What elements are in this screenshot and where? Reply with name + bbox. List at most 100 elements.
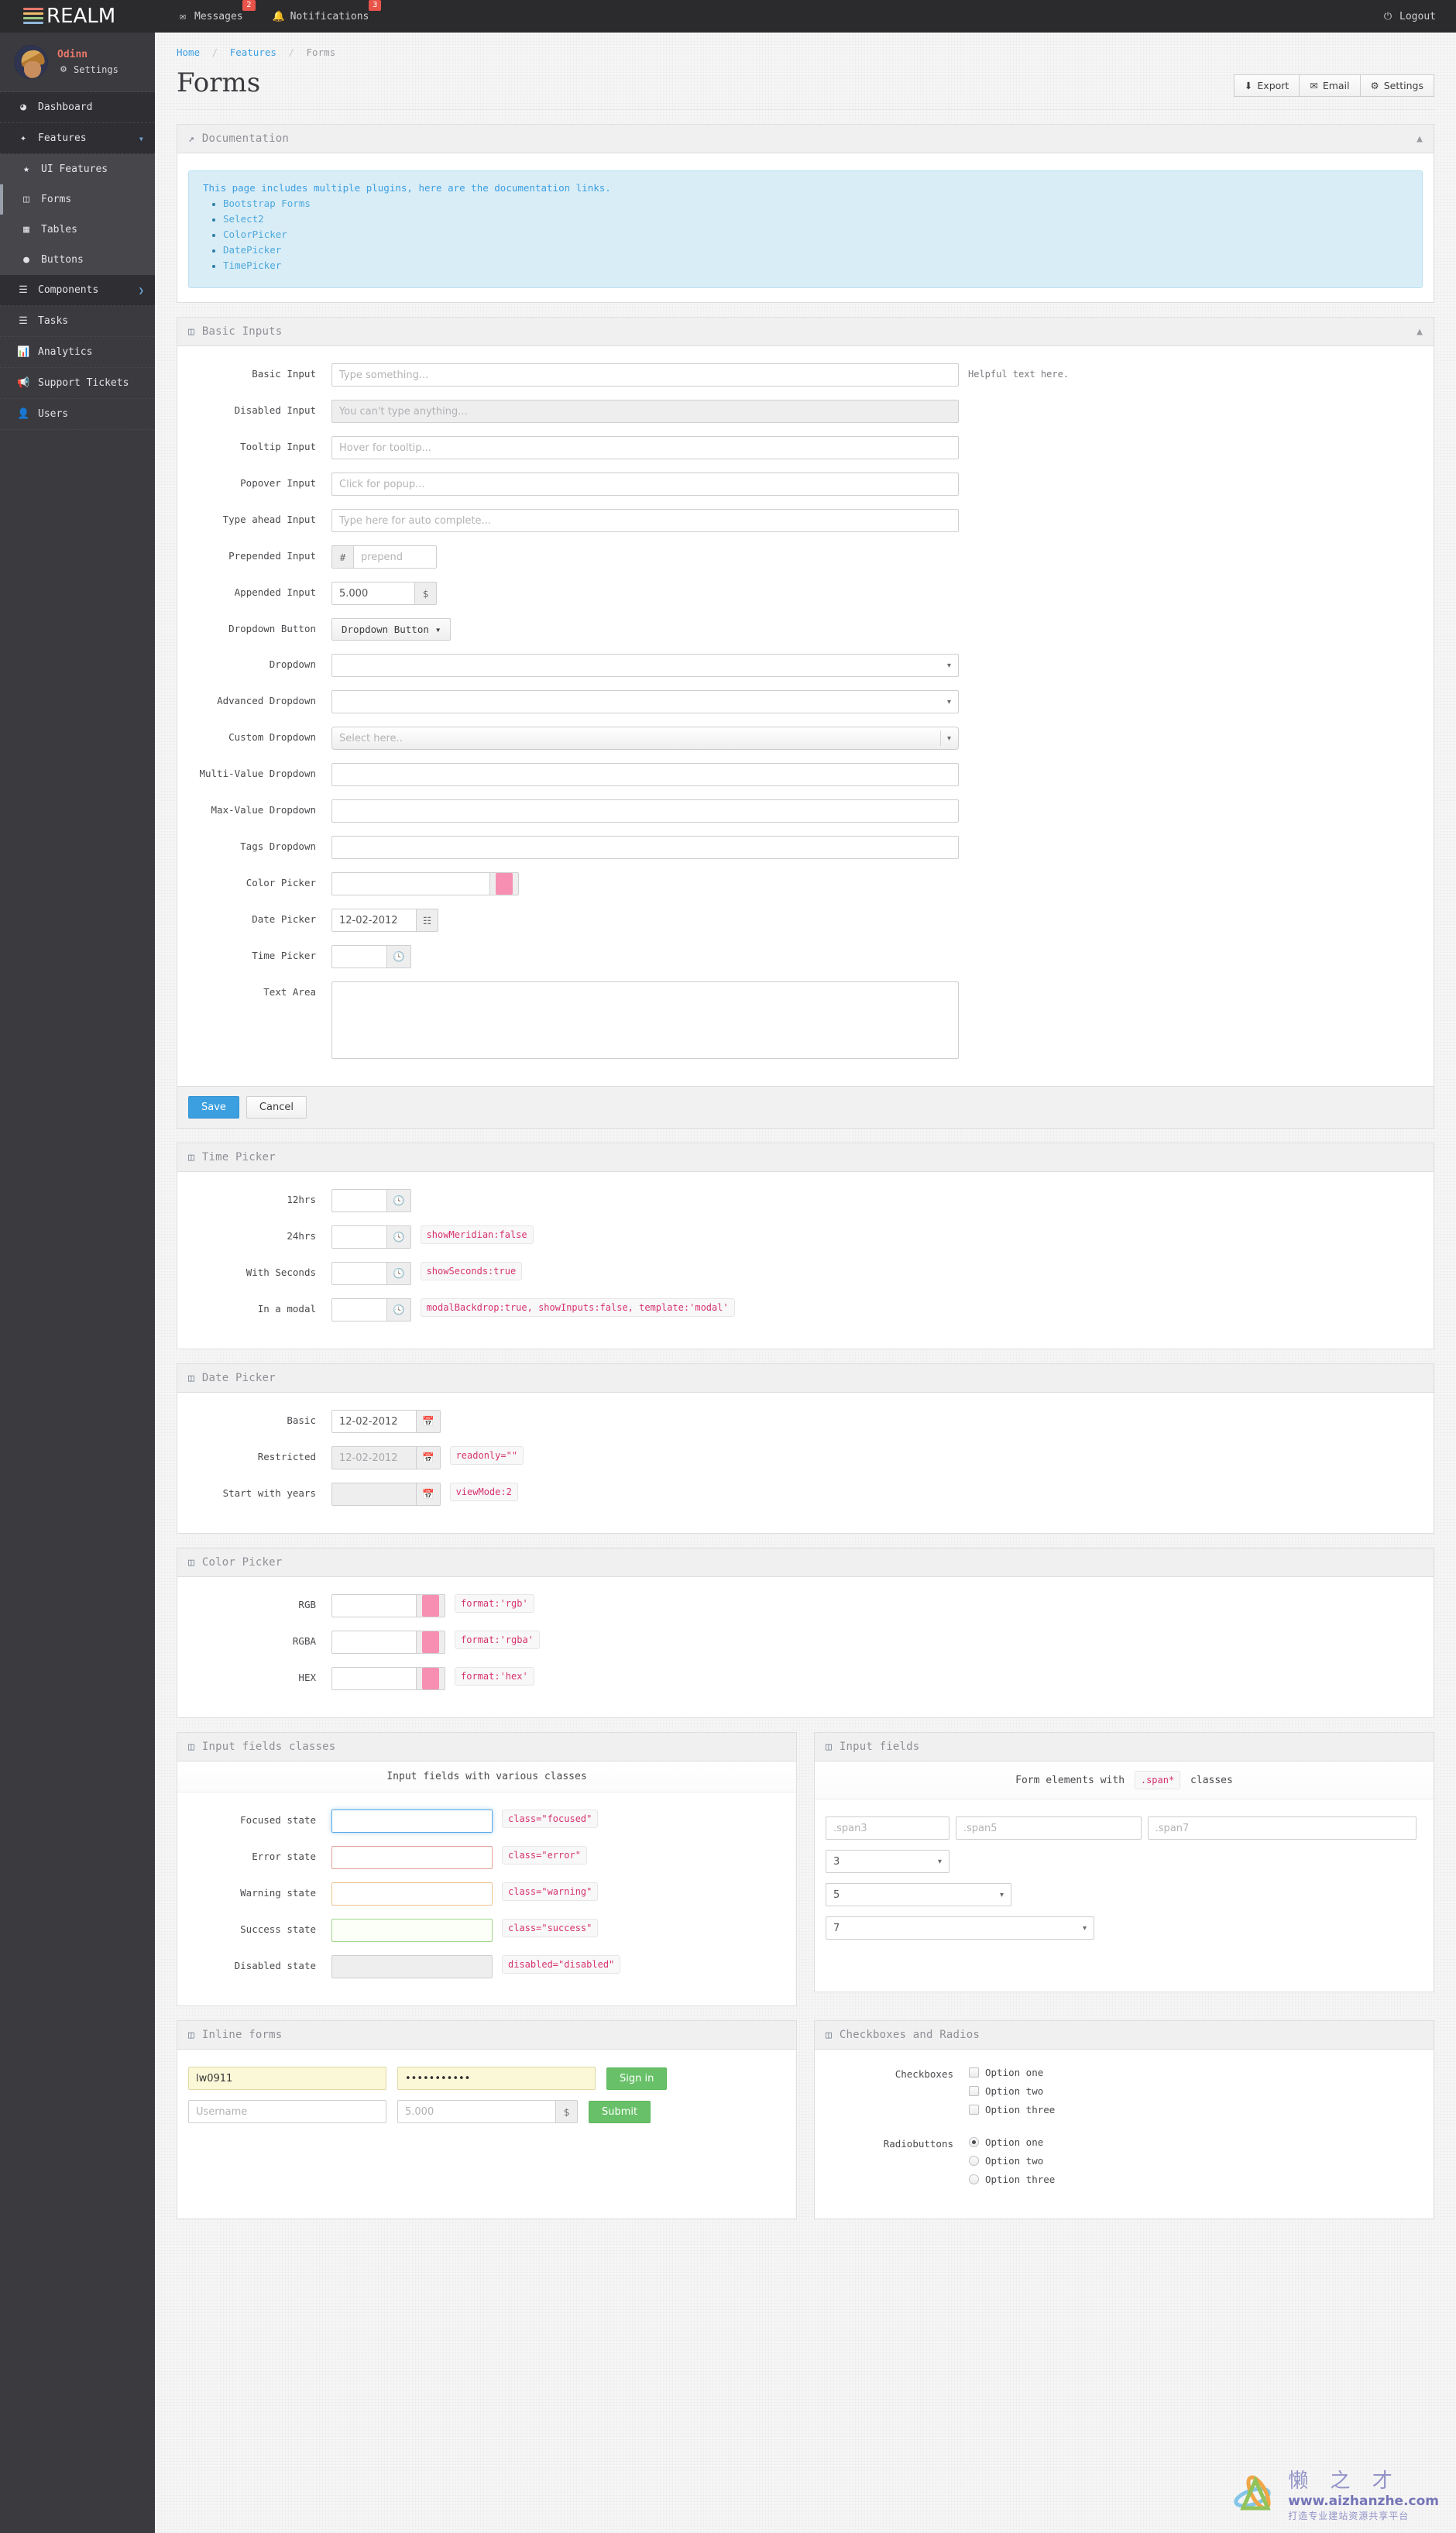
doc-link-datepicker[interactable]: DatePicker <box>223 244 281 256</box>
timepicker-12hrs-input[interactable] <box>331 1189 387 1212</box>
advanced-dropdown-select[interactable]: ▾ <box>331 690 959 713</box>
error-state-input[interactable] <box>331 1846 493 1869</box>
field-row-prepended-input: Prepended Input # <box>188 545 1423 569</box>
profile-settings-link[interactable]: ⚙ Settings <box>57 63 118 77</box>
signin-username-input[interactable] <box>188 2067 386 2090</box>
colorpicker-hex-input[interactable] <box>331 1667 417 1690</box>
dropdown-button[interactable]: Dropdown Button ▾ <box>331 618 452 641</box>
signin-password-input[interactable] <box>397 2067 596 2090</box>
sidebar-item-forms[interactable]: ◫ Forms <box>0 184 155 215</box>
checkbox-option-one[interactable]: Option one <box>969 2067 1055 2078</box>
checkbox-option-three[interactable]: Option three <box>969 2104 1055 2115</box>
timepicker-in-a-modal-input[interactable] <box>331 1298 387 1321</box>
doc-link-timepicker[interactable]: TimePicker <box>223 259 281 271</box>
color-swatch-addon[interactable] <box>417 1594 445 1617</box>
profile-block[interactable]: Odinn ⚙ Settings <box>0 33 155 91</box>
sidebar-item-buttons[interactable]: ● Buttons <box>0 245 155 275</box>
tags-dropdown-input[interactable] <box>331 836 959 859</box>
sidebar-item-dashboard[interactable]: ◕ Dashboard <box>0 92 155 123</box>
color-swatch-addon[interactable] <box>490 872 519 895</box>
sidebar-item-features[interactable]: ✦ Features ▾ <box>0 123 155 154</box>
checkbox-icon[interactable] <box>969 2086 979 2096</box>
submit-amount-input[interactable] <box>397 2100 556 2123</box>
color-picker-input[interactable] <box>331 872 490 895</box>
calendar-icon[interactable]: 📅 <box>417 1483 441 1506</box>
max-value-dropdown-input[interactable] <box>331 799 959 823</box>
color-swatch-addon[interactable] <box>417 1667 445 1690</box>
text-area-input[interactable] <box>331 981 959 1059</box>
popover-input[interactable] <box>331 473 959 496</box>
settings-button[interactable]: ⚙ Settings <box>1360 74 1434 97</box>
nav-notifications[interactable]: 🔔 Notifications 3 <box>273 0 382 22</box>
timepicker-24hrs-input[interactable] <box>331 1225 387 1249</box>
chevron-down-icon[interactable]: ▾ <box>139 133 144 144</box>
sidebar-item-ui-features[interactable]: ★ UI Features <box>0 154 155 184</box>
success-state-input[interactable] <box>331 1919 493 1942</box>
time-picker-input[interactable] <box>331 945 387 968</box>
chevron-right-icon[interactable]: ❯ <box>139 285 144 296</box>
chevron-up-icon[interactable]: ▲ <box>1417 133 1423 145</box>
warning-state-input[interactable] <box>331 1882 493 1906</box>
span3-select[interactable]: 3 ▾ <box>826 1850 949 1873</box>
clock-icon[interactable]: 🕓 <box>387 1225 411 1249</box>
submit-button[interactable]: Submit <box>589 2100 651 2123</box>
color-swatch-addon[interactable] <box>417 1631 445 1654</box>
clock-icon[interactable]: 🕓 <box>387 1189 411 1212</box>
sidebar-item-components[interactable]: ☰ Components ❯ <box>0 275 155 306</box>
brand-logo[interactable]: REALM <box>0 5 155 28</box>
checkbox-option-two[interactable]: Option two <box>969 2085 1055 2097</box>
sidebar-item-tables[interactable]: ▦ Tables <box>0 215 155 245</box>
sign-in-button[interactable]: Sign in <box>606 2067 668 2090</box>
span7-select[interactable]: 7 ▾ <box>826 1916 1094 1940</box>
datepicker-basic-input[interactable] <box>331 1410 417 1433</box>
appended-input[interactable] <box>331 582 415 605</box>
chevron-up-icon[interactable]: ▲ <box>1417 326 1423 338</box>
calendar-icon[interactable]: ☷ <box>417 909 438 932</box>
cancel-button[interactable]: Cancel <box>246 1096 307 1119</box>
custom-dropdown-select[interactable]: Select here.. ▾ <box>331 727 959 750</box>
span3-input[interactable] <box>826 1816 949 1840</box>
clock-icon[interactable]: 🕓 <box>387 1262 411 1285</box>
prepended-input[interactable] <box>353 545 437 569</box>
nav-messages[interactable]: ✉ Messages 2 <box>177 0 256 22</box>
checkbox-icon[interactable] <box>969 2105 979 2115</box>
doc-link-select2[interactable]: Select2 <box>223 213 264 225</box>
span5-select[interactable]: 5 ▾ <box>826 1883 1011 1906</box>
doc-link-colorpicker[interactable]: ColorPicker <box>223 229 287 240</box>
radio-option-one[interactable]: Option one <box>969 2136 1055 2148</box>
breadcrumb-home[interactable]: Home <box>177 46 200 58</box>
radio-option-three[interactable]: Option three <box>969 2174 1055 2185</box>
dropdown-select[interactable]: ▾ <box>331 654 959 677</box>
colorpicker-rgba-input[interactable] <box>331 1631 417 1654</box>
calendar-icon[interactable]: 📅 <box>417 1410 441 1433</box>
radio-option-two[interactable]: Option two <box>969 2155 1055 2167</box>
doc-link-bootstrap-forms[interactable]: Bootstrap Forms <box>223 198 311 209</box>
colorpicker-rgb-input[interactable] <box>331 1594 417 1617</box>
clock-icon[interactable]: 🕓 <box>387 1298 411 1321</box>
date-picker-input[interactable] <box>331 909 417 932</box>
sidebar-item-tasks[interactable]: ☰ Tasks <box>0 306 155 337</box>
clock-icon[interactable]: 🕓 <box>387 945 411 968</box>
radio-icon[interactable] <box>969 2137 979 2147</box>
checkbox-icon[interactable] <box>969 2067 979 2078</box>
sidebar-item-support-tickets[interactable]: 📢 Support Tickets <box>0 368 155 399</box>
basic-input[interactable] <box>331 363 959 387</box>
span5-input[interactable] <box>955 1816 1142 1840</box>
radio-icon[interactable] <box>969 2174 979 2184</box>
radio-icon[interactable] <box>969 2156 979 2166</box>
calendar-icon[interactable]: 📅 <box>417 1446 441 1469</box>
typeahead-input[interactable] <box>331 509 959 532</box>
export-button[interactable]: ⬇ Export <box>1233 74 1300 97</box>
logout-button[interactable]: ⏻ Logout <box>1382 11 1436 22</box>
span7-input[interactable] <box>1147 1816 1417 1840</box>
save-button[interactable]: Save <box>188 1096 239 1119</box>
email-button[interactable]: ✉ Email <box>1300 74 1361 97</box>
tooltip-input[interactable] <box>331 436 959 459</box>
submit-username-input[interactable] <box>188 2100 386 2123</box>
sidebar-item-users[interactable]: 👤 Users <box>0 399 155 430</box>
sidebar-item-analytics[interactable]: 📊 Analytics <box>0 337 155 368</box>
breadcrumb-features[interactable]: Features <box>230 46 276 58</box>
timepicker-with-seconds-input[interactable] <box>331 1262 387 1285</box>
focused-state-input[interactable] <box>331 1810 493 1833</box>
multi-value-dropdown-input[interactable] <box>331 763 959 786</box>
